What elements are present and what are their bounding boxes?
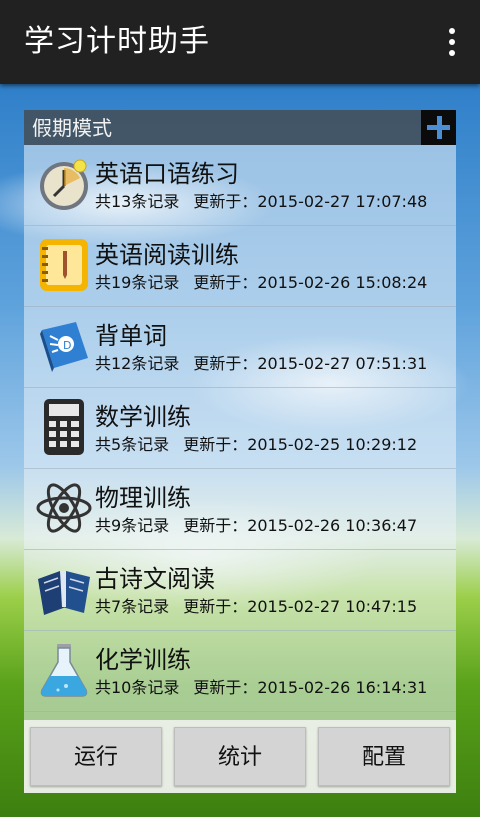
record-count: 共5条记录 [95, 435, 170, 454]
overflow-menu-icon[interactable] [446, 28, 458, 58]
updated-time: 更新于：2015-02-26 15:08:24 [193, 273, 428, 292]
task-list: 英语口语练习 共13条记录 更新于：2015-02-27 17:07:48 英语阅… [24, 145, 456, 720]
list-item[interactable]: D 背单词 共12条记录 更新于：2015-02-27 07:51:31 [24, 307, 456, 388]
book-icon [38, 571, 90, 615]
list-item[interactable]: 古诗文阅读 共7条记录 更新于：2015-02-27 10:47:15 [24, 550, 456, 631]
record-count: 共10条记录 [95, 678, 180, 697]
run-button[interactable]: 运行 [30, 727, 162, 786]
config-button[interactable]: 配置 [318, 727, 450, 786]
item-meta: 共13条记录 更新于：2015-02-27 17:07:48 [95, 191, 427, 213]
item-name: 化学训练 [95, 646, 191, 674]
item-name: 古诗文阅读 [95, 565, 215, 593]
list-item[interactable]: 化学训练 共10条记录 更新于：2015-02-26 16:14:31 [24, 631, 456, 712]
button-bar: 运行 统计 配置 [24, 720, 456, 793]
app-title: 学习计时助手 [24, 24, 210, 59]
item-name: 英语阅读训练 [95, 241, 239, 269]
stopwatch-icon [40, 159, 88, 210]
updated-time: 更新于：2015-02-27 07:51:31 [193, 354, 428, 373]
record-count: 共9条记录 [95, 516, 170, 535]
section-header: 假期模式 [24, 110, 456, 145]
item-meta: 共12条记录 更新于：2015-02-27 07:51:31 [95, 353, 427, 375]
item-name: 物理训练 [95, 484, 191, 512]
calculator-icon [44, 399, 84, 455]
record-count: 共19条记录 [95, 273, 180, 292]
list-item[interactable]: 物理训练 共9条记录 更新于：2015-02-26 10:36:47 [24, 469, 456, 550]
updated-time: 更新于：2015-02-27 17:07:48 [193, 192, 428, 211]
updated-time: 更新于：2015-02-25 10:29:12 [183, 435, 418, 454]
item-meta: 共10条记录 更新于：2015-02-26 16:14:31 [95, 677, 427, 699]
record-count: 共12条记录 [95, 354, 180, 373]
svg-text:D: D [63, 339, 71, 352]
list-item[interactable]: 数学训练 共5条记录 更新于：2015-02-25 10:29:12 [24, 388, 456, 469]
record-count: 共7条记录 [95, 597, 170, 616]
stats-button[interactable]: 统计 [174, 727, 306, 786]
item-name: 数学训练 [95, 403, 191, 431]
section-title: 假期模式 [32, 116, 112, 140]
notebook-icon [40, 239, 88, 291]
item-meta: 共9条记录 更新于：2015-02-26 10:36:47 [95, 515, 417, 537]
atom-icon [36, 483, 92, 533]
flask-icon [40, 644, 88, 697]
updated-time: 更新于：2015-02-27 10:47:15 [183, 597, 418, 616]
app-bar: 学习计时助手 [0, 0, 480, 84]
item-name: 背单词 [95, 322, 167, 350]
list-item[interactable]: 英语口语练习 共13条记录 更新于：2015-02-27 17:07:48 [24, 145, 456, 226]
item-name: 英语口语练习 [95, 160, 239, 188]
updated-time: 更新于：2015-02-26 16:14:31 [193, 678, 428, 697]
item-meta: 共7条记录 更新于：2015-02-27 10:47:15 [95, 596, 417, 618]
dictionary-icon: D [40, 322, 88, 372]
list-item[interactable]: 英语阅读训练 共19条记录 更新于：2015-02-26 15:08:24 [24, 226, 456, 307]
updated-time: 更新于：2015-02-26 10:36:47 [183, 516, 418, 535]
plus-icon[interactable] [421, 110, 456, 145]
item-meta: 共5条记录 更新于：2015-02-25 10:29:12 [95, 434, 417, 456]
item-meta: 共19条记录 更新于：2015-02-26 15:08:24 [95, 272, 427, 294]
record-count: 共13条记录 [95, 192, 180, 211]
